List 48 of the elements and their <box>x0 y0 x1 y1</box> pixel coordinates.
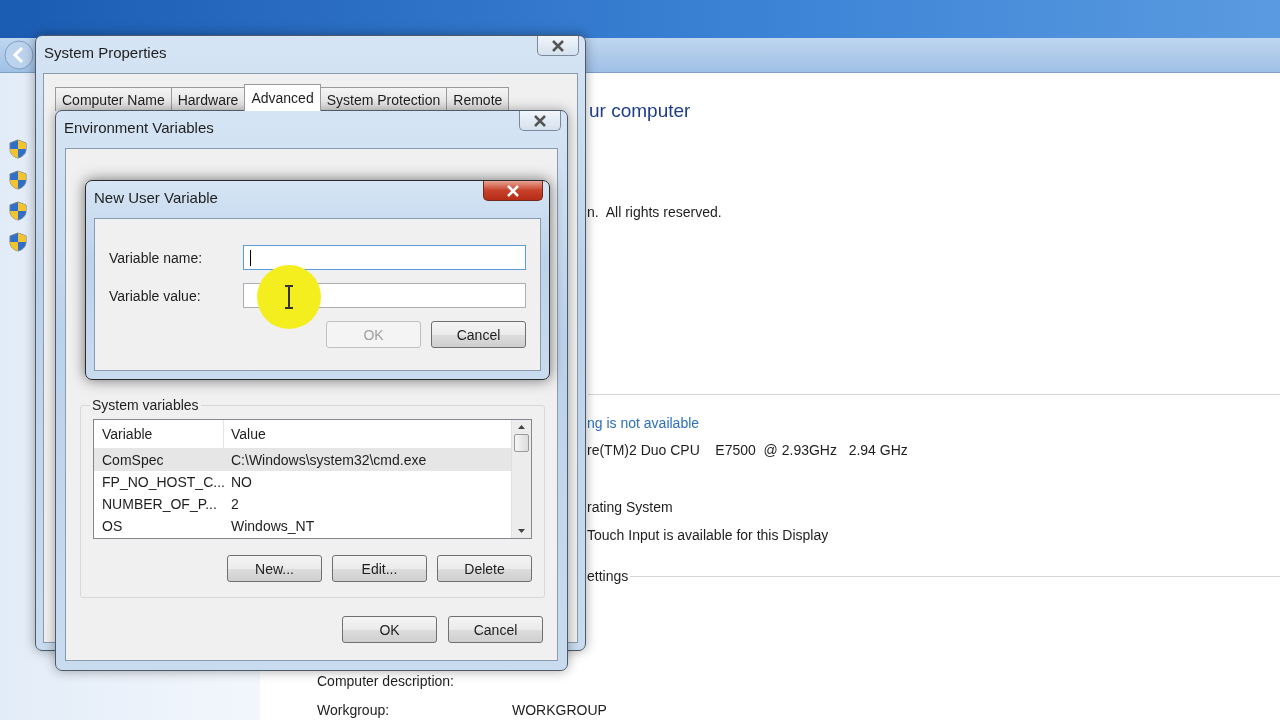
close-button[interactable] <box>483 181 543 201</box>
tab[interactable]: Computer Name <box>55 87 172 111</box>
pen-touch-text: Touch Input is available for this Display <box>587 527 830 543</box>
close-icon <box>551 39 565 52</box>
copyright-text: n. All rights reserved. <box>587 204 723 220</box>
column-header[interactable]: Variable <box>94 420 224 448</box>
group-label: System variables <box>91 397 200 413</box>
tab[interactable]: Hardware <box>170 87 246 111</box>
dialog-button[interactable]: Delete <box>437 555 532 582</box>
tab[interactable]: System Protection <box>319 87 448 111</box>
close-icon <box>506 184 520 197</box>
section-heading: ettings <box>587 568 629 584</box>
close-icon <box>533 114 547 127</box>
window-title: Environment Variables <box>64 119 214 136</box>
scrollbar[interactable] <box>511 420 531 538</box>
list-row[interactable]: FP_NO_HOST_C... NO <box>94 471 511 493</box>
system-type-text: rating System <box>587 499 674 515</box>
shield-icon <box>9 201 27 221</box>
close-button[interactable] <box>537 36 579 56</box>
dialog-button[interactable]: Edit... <box>332 555 427 582</box>
dialog-button[interactable]: Cancel <box>431 321 526 348</box>
field-label: Variable name: <box>109 249 204 266</box>
list-row[interactable]: OS Windows_NT <box>94 515 511 537</box>
shield-icon <box>9 232 27 252</box>
processor-text: re(TM)2 Duo CPU E7500 @ 2.93GHz 2.94 GHz <box>587 442 909 458</box>
scrollbar-thumb[interactable] <box>514 434 529 452</box>
close-button[interactable] <box>519 111 561 131</box>
list-row[interactable]: ComSpec C:\Windows\system32\cmd.exe <box>94 449 511 471</box>
detail-label: Computer description: <box>317 673 455 689</box>
dialog-button[interactable]: OK <box>342 616 437 643</box>
shield-icon <box>9 139 27 159</box>
window-title: New User Variable <box>94 189 218 206</box>
shield-icon <box>9 170 27 190</box>
column-header[interactable]: Value <box>224 420 266 448</box>
dialog-button[interactable]: New... <box>227 555 322 582</box>
input-field[interactable] <box>243 245 526 270</box>
page-heading: ur computer <box>589 100 692 122</box>
rating-link[interactable]: ng is not available <box>587 415 1280 431</box>
detail-label: Workgroup: <box>317 702 391 718</box>
detail-value: WORKGROUP <box>512 702 607 718</box>
list-row[interactable]: NUMBER_OF_P... 2 <box>94 493 511 515</box>
dialog-button[interactable]: Cancel <box>448 616 543 643</box>
back-icon[interactable] <box>4 40 34 70</box>
field-label: Variable value: <box>109 287 202 304</box>
window-title: System Properties <box>44 44 167 61</box>
tab[interactable]: Advanced <box>244 84 321 111</box>
cursor-highlight-icon <box>256 264 322 330</box>
tab[interactable]: Remote <box>446 87 510 111</box>
